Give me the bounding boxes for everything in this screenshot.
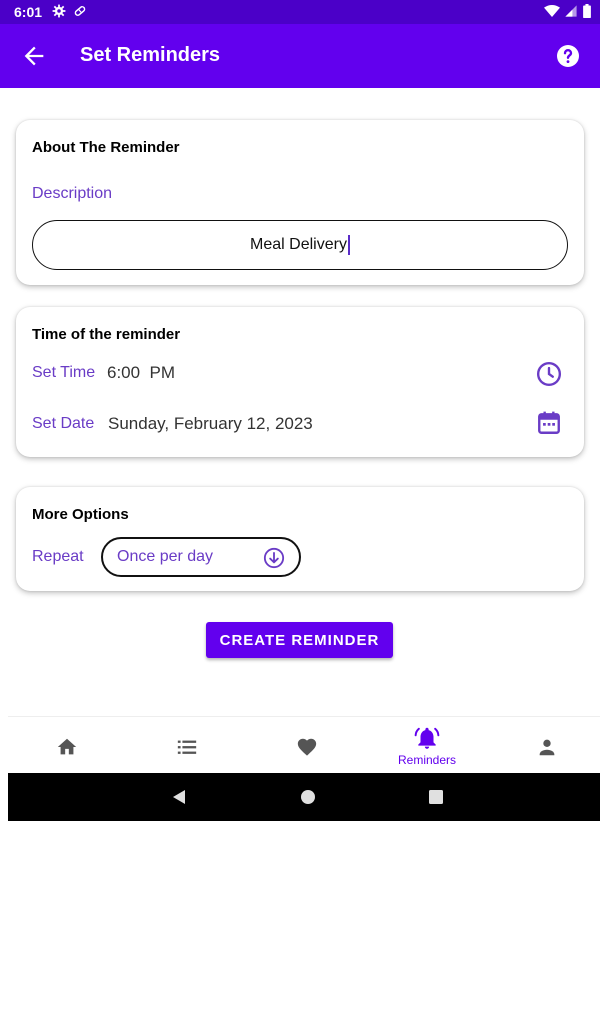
nav-label-reminders: Reminders (397, 753, 457, 767)
help-icon[interactable] (556, 44, 580, 68)
nav-item-favorites[interactable] (248, 717, 366, 774)
repeat-value: Once per day (117, 548, 214, 565)
time-reminder-card: Time of the reminder Set Time 6:00 PM Se… (16, 307, 584, 457)
settings-icon (52, 4, 66, 18)
back-arrow-icon[interactable] (20, 42, 48, 70)
time-value[interactable]: 6:00 PM (107, 363, 175, 383)
pill-icon (74, 6, 86, 16)
description-input[interactable]: Meal Delivery (32, 220, 568, 270)
dropdown-arrow-icon (263, 547, 285, 569)
bell-ring-icon (414, 727, 440, 749)
nav-item-reminders[interactable]: Reminders (368, 717, 486, 774)
description-label: Description (32, 185, 113, 202)
more-options-title: More Options (32, 506, 129, 523)
date-value[interactable]: Sunday, February 12, 2023 (108, 414, 313, 434)
bottom-navigation: Reminders (8, 716, 600, 773)
app-bar: Set Reminders (0, 24, 600, 88)
system-home-icon[interactable] (300, 789, 316, 805)
time-reminder-title: Time of the reminder (32, 326, 181, 343)
list-icon (177, 740, 197, 754)
person-icon (539, 739, 555, 756)
wifi-icon (544, 5, 560, 17)
nav-item-home[interactable] (8, 717, 126, 774)
status-bar: 6:01 (0, 0, 600, 24)
nav-item-profile[interactable] (488, 717, 600, 774)
clock-icon[interactable] (536, 361, 562, 387)
description-value: Meal Delivery (250, 236, 347, 253)
heart-icon (297, 738, 317, 756)
system-back-icon[interactable] (170, 788, 188, 806)
signal-icon (565, 5, 577, 17)
text-caret (347, 235, 350, 255)
system-navigation-bar (8, 773, 600, 821)
status-time: 6:01 (14, 4, 43, 20)
about-reminder-card: About The Reminder Description Meal Deli… (16, 120, 584, 285)
about-reminder-title: About The Reminder (32, 139, 180, 156)
set-time-label: Set Time (32, 364, 96, 381)
repeat-label: Repeat (32, 548, 84, 565)
system-recents-icon[interactable] (428, 789, 444, 805)
more-options-card: More Options Repeat Once per day (16, 487, 584, 591)
create-reminder-button[interactable]: CREATE REMINDER (206, 622, 393, 658)
nav-item-list[interactable] (128, 717, 246, 774)
page-title: Set Reminders (80, 44, 221, 66)
home-icon (57, 738, 77, 755)
repeat-dropdown[interactable]: Once per day (101, 537, 301, 577)
battery-icon (583, 4, 591, 18)
calendar-icon[interactable] (536, 410, 562, 436)
set-date-label: Set Date (32, 415, 95, 432)
